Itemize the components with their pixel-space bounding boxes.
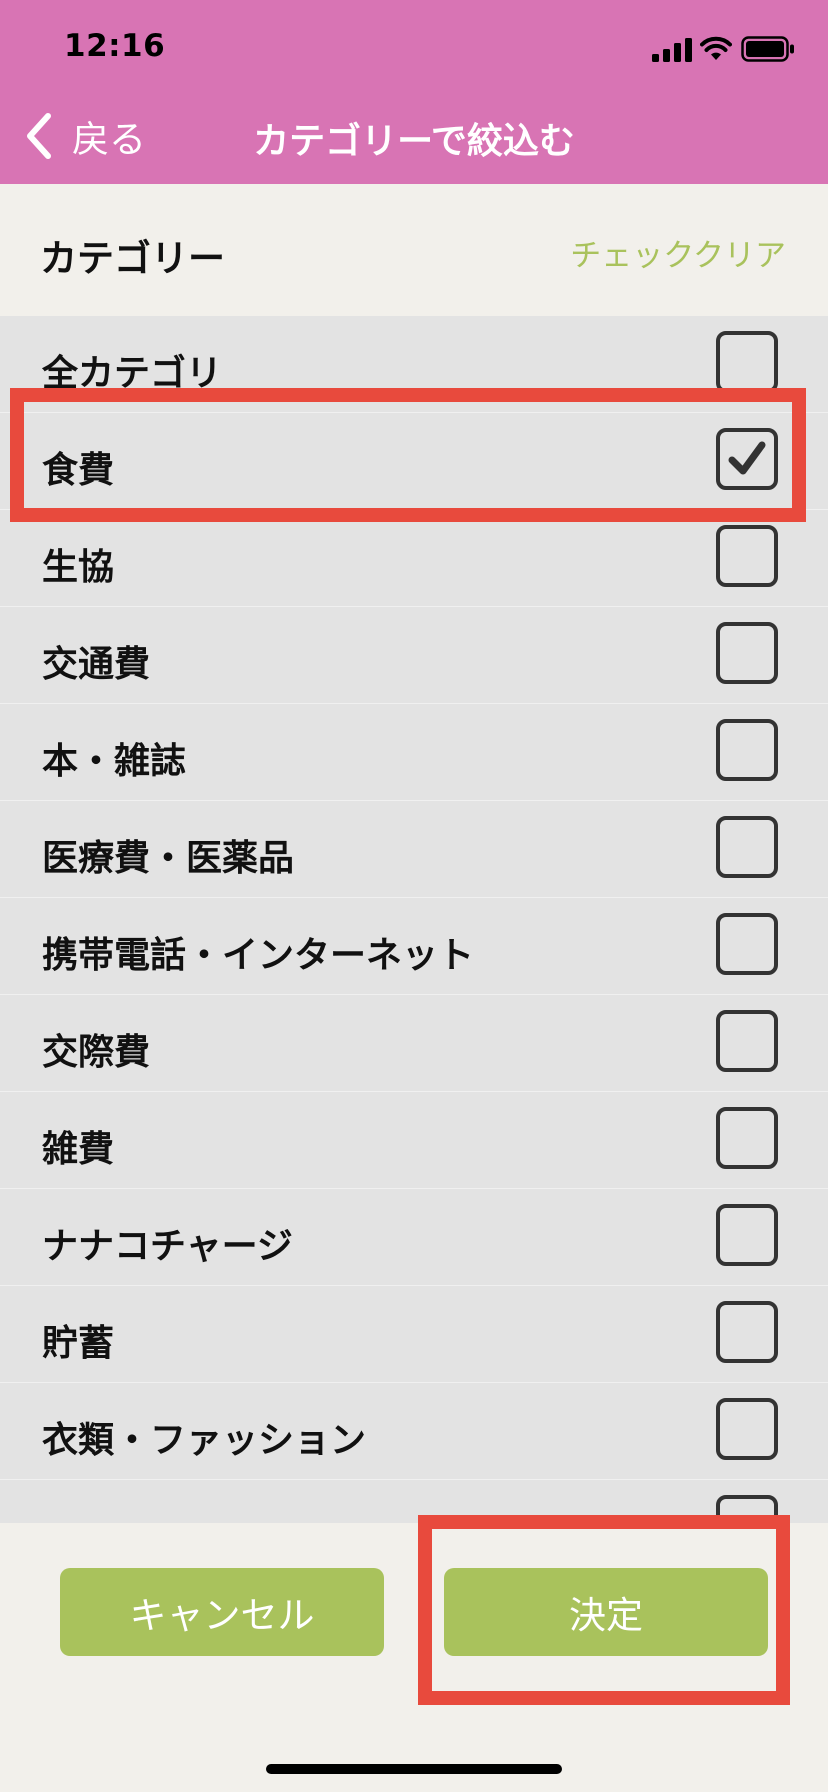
section-title: カテゴリー (40, 237, 225, 280)
category-checkbox[interactable] (716, 913, 778, 975)
category-label: 交通費 (42, 644, 151, 685)
highlight-box-confirm-button (418, 1515, 790, 1705)
home-indicator (266, 1764, 562, 1774)
cellular-signal-icon (652, 38, 692, 62)
category-label: 交際費 (42, 1032, 151, 1073)
category-label: 生協 (42, 547, 115, 588)
category-label: 医療費・医薬品 (42, 838, 295, 879)
category-row[interactable]: 携帯電話・インターネット (0, 898, 828, 995)
category-label: 携帯電話・インターネット (42, 935, 475, 976)
cancel-button[interactable]: キャンセル (60, 1568, 384, 1656)
category-checkbox[interactable] (716, 525, 778, 587)
category-row[interactable]: 交通費 (0, 607, 828, 704)
category-label: 衣類・ファッション (42, 1420, 367, 1461)
category-row[interactable]: ナナコチャージ (0, 1189, 828, 1286)
category-label: 雑費 (42, 1129, 115, 1170)
category-checkbox[interactable] (716, 1204, 778, 1266)
category-checkbox[interactable] (716, 1301, 778, 1363)
category-checkbox[interactable] (716, 1398, 778, 1460)
category-checkbox[interactable] (716, 331, 778, 393)
category-row[interactable]: 生協 (0, 510, 828, 607)
category-checkbox[interactable] (716, 816, 778, 878)
battery-icon (741, 36, 794, 62)
category-row[interactable]: 衣類・ファッション (0, 1383, 828, 1480)
section-header: カテゴリー チェッククリア (0, 184, 828, 316)
category-row[interactable]: 交際費 (0, 995, 828, 1092)
wifi-icon (700, 36, 732, 60)
status-bar: 12:16 (0, 0, 828, 90)
category-label: 本・雑誌 (42, 741, 187, 782)
category-row[interactable]: 本・雑誌 (0, 704, 828, 801)
highlight-box-selected-row (10, 388, 806, 522)
category-row[interactable]: 医療費・医薬品 (0, 801, 828, 898)
category-row[interactable]: 貯蓄 (0, 1286, 828, 1383)
navigation-bar: 戻る カテゴリーで絞込む (0, 90, 828, 184)
page-title: カテゴリーで絞込む (253, 121, 575, 162)
clear-checks-link[interactable]: チェッククリア (570, 230, 786, 275)
category-checkbox[interactable] (716, 1010, 778, 1072)
category-label: 貯蓄 (42, 1323, 115, 1364)
category-checkbox[interactable] (716, 719, 778, 781)
category-checkbox[interactable] (716, 622, 778, 684)
category-row[interactable]: 雑費 (0, 1092, 828, 1189)
category-checkbox[interactable] (716, 1107, 778, 1169)
category-label: ナナコチャージ (42, 1226, 293, 1267)
status-time: 12:16 (64, 28, 166, 64)
